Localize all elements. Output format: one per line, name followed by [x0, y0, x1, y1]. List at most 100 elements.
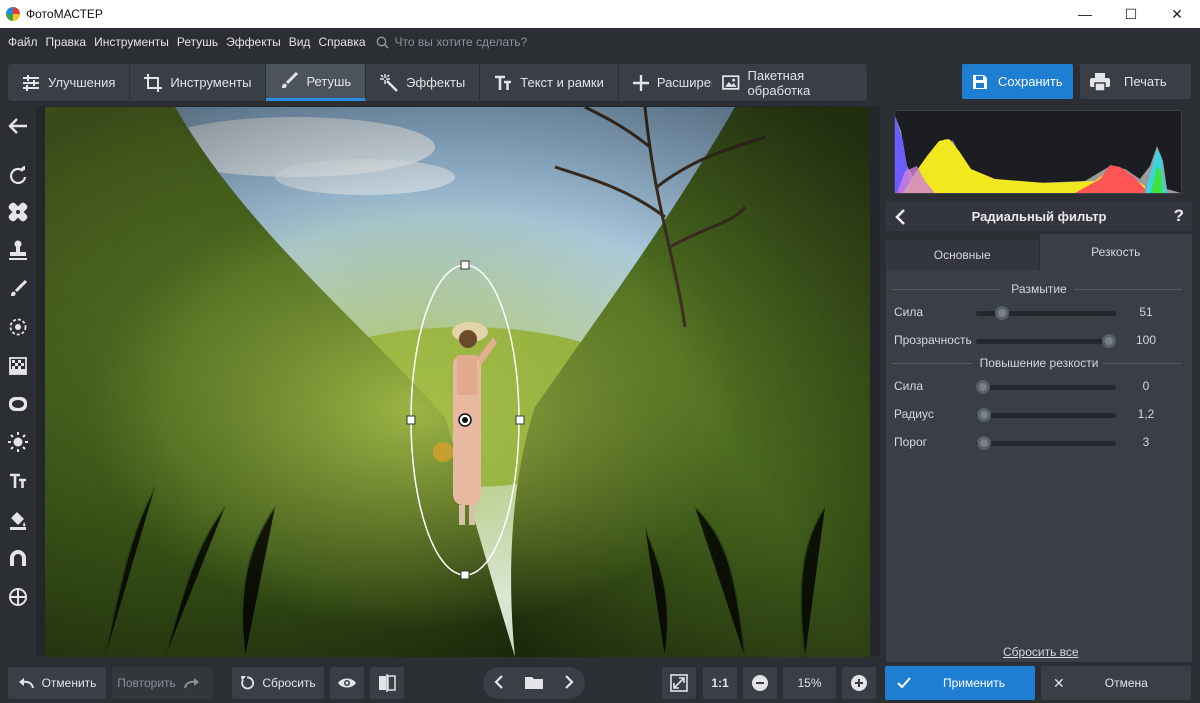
brush-tool[interactable] — [6, 277, 30, 301]
tab-sharpness[interactable]: Резкость — [1039, 234, 1192, 270]
tab-label: Текст и рамки — [520, 75, 604, 90]
fill-tool[interactable] — [6, 508, 30, 532]
back-arrow-icon — [8, 118, 27, 134]
sun-icon — [8, 432, 28, 452]
reset-button[interactable]: Сбросить — [232, 667, 324, 699]
rotate-icon — [10, 166, 27, 184]
menu-view[interactable]: Вид — [285, 35, 315, 49]
slider-thumb[interactable] — [977, 436, 992, 450]
maximize-button[interactable]: ☐ — [1108, 0, 1154, 28]
menu-help[interactable]: Справка — [314, 35, 369, 49]
undo-button[interactable]: Отменить — [8, 667, 106, 699]
next-image-button[interactable] — [564, 674, 574, 692]
photo[interactable] — [45, 107, 870, 657]
open-folder-button[interactable] — [524, 675, 543, 692]
preview-button[interactable] — [330, 667, 364, 699]
save-button[interactable]: Сохранить — [962, 64, 1073, 99]
target-tool[interactable] — [6, 315, 30, 339]
chevron-left-icon — [494, 674, 503, 689]
minimize-button[interactable]: — — [1062, 0, 1108, 28]
stamp-icon — [9, 240, 27, 260]
menu-tools[interactable]: Инструменты — [90, 35, 173, 49]
healing-tool[interactable] — [6, 200, 30, 224]
crosshair-tool[interactable] — [6, 585, 30, 609]
help-button[interactable]: ? — [1174, 206, 1184, 226]
stamp-tool[interactable] — [6, 238, 30, 262]
save-label: Сохранить — [998, 74, 1063, 89]
actual-size-button[interactable]: 1:1 — [703, 667, 737, 699]
bucket-icon — [10, 512, 26, 530]
chevron-right-icon — [565, 674, 574, 689]
sharp-radius-slider[interactable] — [976, 408, 1116, 422]
sharp-threshold-slider[interactable] — [976, 436, 1116, 450]
crosshair-icon — [9, 588, 27, 606]
tab-retouch[interactable]: Ретушь — [266, 64, 367, 101]
prev-image-button[interactable] — [494, 674, 504, 692]
printer-icon — [1090, 72, 1110, 91]
title-bar: ФотоМАСТЕР — ☐ ✕ — [0, 0, 1200, 28]
back-tool[interactable] — [6, 114, 30, 138]
blur-strength-row: Сила 51 — [886, 298, 1192, 326]
gradient-tool[interactable] — [6, 354, 30, 378]
slider-thumb[interactable] — [994, 306, 1009, 320]
redo-label: Повторить — [117, 676, 176, 690]
tab-tools[interactable]: Инструменты — [130, 64, 267, 101]
menu-edit[interactable]: Правка — [42, 35, 91, 49]
landscape-photo — [45, 107, 870, 657]
apply-button[interactable]: Применить — [885, 666, 1035, 700]
histogram-graph — [895, 116, 1181, 193]
close-icon: ✕ — [1053, 674, 1065, 691]
tab-basic[interactable]: Основные — [886, 240, 1040, 270]
magnet-icon — [10, 550, 26, 566]
menu-effects[interactable]: Эффекты — [222, 35, 285, 49]
sliders-icon — [23, 74, 39, 91]
menu-file[interactable]: Файл — [4, 35, 42, 49]
checkmark-icon — [897, 677, 911, 689]
text-tool[interactable] — [6, 469, 30, 493]
tab-label: Инструменты — [170, 75, 252, 90]
zoom-out-button[interactable] — [743, 667, 777, 699]
rotate-tool[interactable] — [6, 163, 30, 187]
apply-label: Применить — [943, 676, 1006, 690]
tab-effects[interactable]: Эффекты — [366, 64, 481, 101]
tab-enhancements[interactable]: Улучшения — [8, 64, 131, 101]
blur-opacity-slider[interactable] — [976, 334, 1116, 348]
reset-all-link[interactable]: Сбросить все — [1003, 645, 1079, 659]
sharp-strength-slider[interactable] — [976, 380, 1116, 394]
zoom-level[interactable]: 15% — [783, 667, 836, 699]
light-tool[interactable] — [6, 430, 30, 454]
compare-button[interactable] — [370, 667, 404, 699]
radial-filter-tool[interactable] — [6, 392, 30, 416]
fit-screen-button[interactable] — [662, 667, 696, 699]
magnet-tool[interactable] — [6, 546, 30, 570]
batch-processing-button[interactable]: Пакетная обработка — [712, 64, 867, 101]
sharp-radius-row: Радиус 1,2 — [886, 400, 1192, 428]
print-button[interactable]: Печать — [1080, 64, 1191, 99]
tab-label: Ретушь — [306, 73, 352, 89]
panel-back-button[interactable] — [894, 208, 906, 229]
cancel-button[interactable]: ✕ Отмена — [1041, 666, 1191, 700]
close-button[interactable]: ✕ — [1154, 0, 1200, 28]
tab-label: Улучшения — [48, 75, 116, 90]
tab-text-frames[interactable]: Текст и рамки — [480, 64, 619, 101]
slider-thumb[interactable] — [977, 408, 992, 422]
blur-strength-slider[interactable] — [976, 306, 1116, 320]
slider-thumb[interactable] — [1102, 334, 1116, 348]
menu-search[interactable]: Что вы хотите сделать? — [376, 35, 527, 49]
menu-bar: Файл Правка Инструменты Ретушь Эффекты В… — [0, 28, 1200, 56]
slider-value: 51 — [1139, 305, 1153, 319]
slider-value: 1,2 — [1137, 407, 1155, 421]
menu-retouch[interactable]: Ретушь — [173, 35, 222, 49]
sharpen-section-label: Повышение резкости — [979, 356, 1099, 370]
zoom-in-button[interactable] — [842, 667, 876, 699]
divider — [892, 363, 972, 364]
text-icon — [495, 75, 512, 90]
redo-icon — [183, 678, 199, 689]
divider — [1074, 289, 1182, 290]
magic-wand-icon — [380, 73, 399, 92]
divider — [892, 289, 1000, 290]
undo-icon — [18, 678, 34, 689]
canvas-area[interactable] — [36, 106, 880, 657]
redo-button[interactable]: Повторить — [112, 667, 213, 699]
slider-thumb[interactable] — [976, 380, 990, 394]
